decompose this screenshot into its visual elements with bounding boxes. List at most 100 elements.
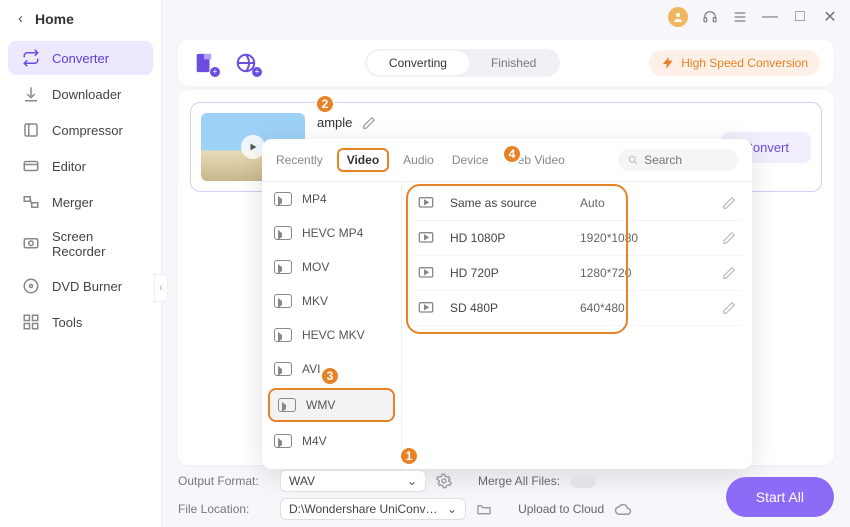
search-input[interactable] <box>644 153 728 167</box>
tools-icon <box>22 313 40 331</box>
sidebar-item-label: Converter <box>52 51 109 66</box>
sidebar-item-editor[interactable]: Editor <box>8 149 153 183</box>
maximize-button[interactable]: □ <box>792 9 808 25</box>
tab-audio[interactable]: Audio <box>403 153 434 167</box>
sidebar-item-label: Screen Recorder <box>52 229 139 259</box>
preset-720p[interactable]: HD 720P 1280*720 <box>412 256 742 291</box>
high-speed-label: High Speed Conversion <box>681 56 808 70</box>
format-icon <box>274 260 292 274</box>
format-icon <box>274 226 292 240</box>
callout-4: 4 <box>502 144 522 164</box>
output-format-dropdown[interactable]: WAV ⌄ <box>280 470 426 492</box>
minimize-button[interactable]: — <box>762 9 778 25</box>
tab-finished[interactable]: Finished <box>469 51 558 75</box>
format-mkv[interactable]: MKV <box>262 284 401 318</box>
caret-down-icon: ⌄ <box>407 474 417 488</box>
preset-icon <box>418 301 438 315</box>
file-location-value: D:\Wondershare UniConverter 1 <box>289 502 439 516</box>
format-search[interactable] <box>618 149 738 171</box>
high-speed-button[interactable]: High Speed Conversion <box>649 50 820 76</box>
converter-icon <box>22 49 40 67</box>
format-mov[interactable]: MOV <box>262 250 401 284</box>
sidebar-item-merger[interactable]: Merger <box>8 185 153 219</box>
sidebar-item-label: Compressor <box>52 123 123 138</box>
preset-edit-icon[interactable] <box>722 301 736 315</box>
tab-video[interactable]: Video <box>337 148 389 172</box>
sidebar-item-tools[interactable]: Tools <box>8 305 153 339</box>
format-icon <box>274 362 292 376</box>
format-mp4[interactable]: MP4 <box>262 182 401 216</box>
preset-1080p[interactable]: HD 1080P 1920*1080 <box>412 221 742 256</box>
sidebar-item-label: DVD Burner <box>52 279 122 294</box>
merger-icon <box>22 193 40 211</box>
sidebar-item-downloader[interactable]: Downloader <box>8 77 153 111</box>
sidebar-item-label: Downloader <box>52 87 121 102</box>
format-popup: Recently Video Audio Device Web Video MP… <box>262 139 752 469</box>
callout-3: 3 <box>320 366 340 386</box>
tab-recently[interactable]: Recently <box>276 153 323 167</box>
cloud-icon[interactable] <box>614 502 632 516</box>
callout-2: 2 <box>315 94 335 114</box>
preset-480p[interactable]: SD 480P 640*480 <box>412 291 742 326</box>
open-folder-icon[interactable] <box>476 501 494 517</box>
format-icon <box>274 434 292 448</box>
output-format-value: WAV <box>289 474 315 488</box>
compressor-icon <box>22 121 40 139</box>
preset-same-as-source[interactable]: Same as source Auto <box>412 186 742 221</box>
preset-edit-icon[interactable] <box>722 266 736 280</box>
download-icon <box>22 85 40 103</box>
sidebar-item-screen-recorder[interactable]: Screen Recorder <box>8 221 153 267</box>
search-icon <box>628 154 638 166</box>
format-wmv[interactable]: WMV <box>268 388 395 422</box>
main-area: + + Converting Finished High Speed Conve… <box>162 34 850 527</box>
preset-edit-icon[interactable] <box>722 231 736 245</box>
merge-label: Merge All Files: <box>478 474 560 488</box>
format-hevc-mkv[interactable]: HEVC MKV <box>262 318 401 352</box>
format-icon <box>274 192 292 206</box>
format-list[interactable]: MP4 HEVC MP4 MOV MKV HEVC MKV AVI WMV M4… <box>262 182 402 469</box>
merge-toggle[interactable] <box>570 474 596 488</box>
edit-title-icon[interactable] <box>362 116 376 130</box>
menu-icon[interactable] <box>732 9 748 25</box>
back-icon[interactable]: ‹ <box>18 10 23 27</box>
lightning-icon <box>661 56 675 70</box>
sidebar-item-compressor[interactable]: Compressor <box>8 113 153 147</box>
preset-icon <box>418 266 438 280</box>
recorder-icon <box>22 235 40 253</box>
format-icon <box>274 294 292 308</box>
format-m4v[interactable]: M4V <box>262 424 401 458</box>
sidebar-item-converter[interactable]: Converter <box>8 41 153 75</box>
sidebar-item-dvd-burner[interactable]: DVD Burner <box>8 269 153 303</box>
preset-icon <box>418 231 438 245</box>
format-icon <box>274 328 292 342</box>
user-avatar-icon[interactable] <box>668 7 688 27</box>
home-label: Home <box>35 11 74 27</box>
format-icon <box>278 398 296 412</box>
file-location-dropdown[interactable]: D:\Wondershare UniConverter 1 ⌄ <box>280 498 466 520</box>
start-all-button[interactable]: Start All <box>726 477 834 517</box>
sidebar: ‹ Home Converter Downloader Compressor E… <box>0 0 162 527</box>
callout-1: 1 <box>399 446 419 466</box>
output-format-label: Output Format: <box>178 474 270 488</box>
tab-device[interactable]: Device <box>452 153 489 167</box>
headset-icon[interactable] <box>702 9 718 25</box>
file-location-label: File Location: <box>178 502 270 516</box>
tab-converting[interactable]: Converting <box>367 51 469 75</box>
close-button[interactable]: ✕ <box>822 9 838 25</box>
video-title-row: ample <box>317 115 379 130</box>
preset-edit-icon[interactable] <box>722 196 736 210</box>
status-tabs: Converting Finished <box>276 49 649 77</box>
format-hevc-mp4[interactable]: HEVC MP4 <box>262 216 401 250</box>
add-url-button[interactable]: + <box>234 51 258 75</box>
sidebar-item-label: Merger <box>52 195 93 210</box>
top-toolbar: + + Converting Finished High Speed Conve… <box>178 40 834 86</box>
preset-list: Same as source Auto HD 1080P 1920*1080 H… <box>402 182 752 469</box>
sidebar-header[interactable]: ‹ Home <box>0 0 161 37</box>
output-settings-icon[interactable] <box>436 473 454 489</box>
video-title: ample <box>317 115 352 130</box>
sidebar-item-label: Editor <box>52 159 86 174</box>
editor-icon <box>22 157 40 175</box>
preset-icon <box>418 196 438 210</box>
caret-down-icon: ⌄ <box>447 502 457 516</box>
add-file-button[interactable]: + <box>192 51 216 75</box>
